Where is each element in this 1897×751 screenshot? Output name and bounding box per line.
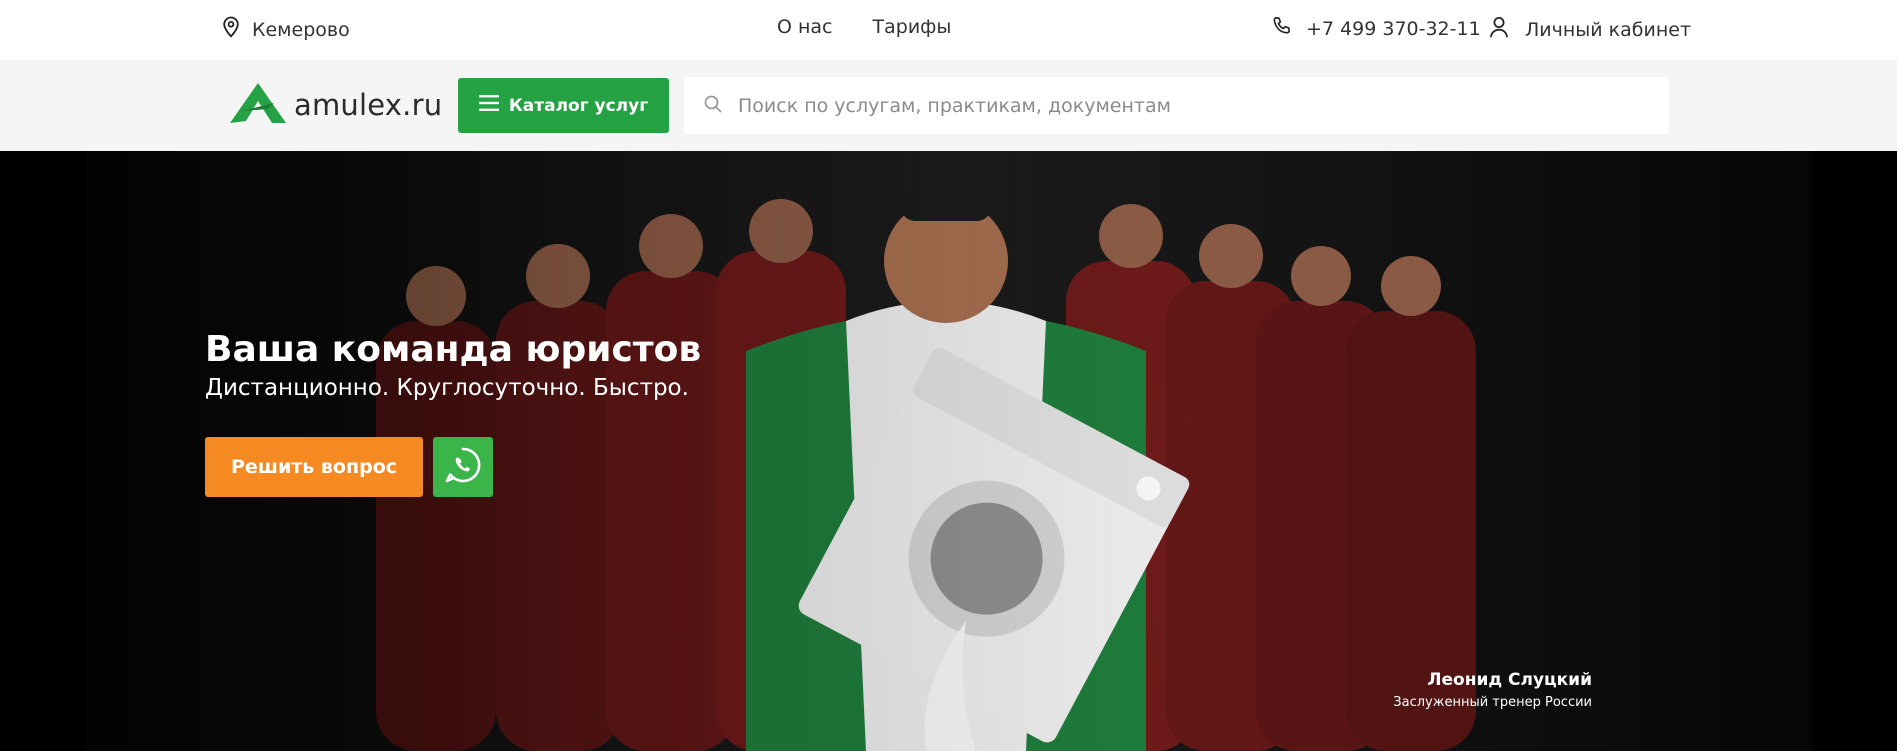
- catalog-button[interactable]: Каталог услуг: [458, 78, 669, 133]
- top-nav: О нас Тарифы: [777, 16, 951, 38]
- search-box: [684, 77, 1669, 134]
- catalog-button-label: Каталог услуг: [508, 95, 649, 116]
- header-bar: amulex.ru Каталог услуг: [0, 60, 1897, 151]
- phone-icon: [1272, 16, 1292, 41]
- phone-link[interactable]: +7 499 370-32-11: [1272, 16, 1481, 41]
- nav-about-link[interactable]: О нас: [777, 16, 833, 38]
- solve-issue-button[interactable]: Решить вопрос: [205, 437, 423, 497]
- top-strip: Кемерово О нас Тарифы +7 499 370-32-11 Л…: [0, 0, 1897, 60]
- hero-title: Ваша команда юристов: [205, 329, 702, 370]
- city-label: Кемерово: [252, 18, 350, 41]
- logo-wordmark: amulex.ru: [294, 88, 443, 122]
- user-icon: [1489, 16, 1509, 43]
- city-selector[interactable]: Кемерово: [222, 16, 350, 43]
- hero-subtitle: Дистанционно. Круглосуточно. Быстро.: [205, 375, 689, 401]
- whatsapp-button[interactable]: [433, 437, 493, 497]
- caption-name: Леонид Слуцкий: [1427, 670, 1592, 690]
- menu-icon: [478, 95, 499, 116]
- logo[interactable]: amulex.ru: [228, 81, 442, 129]
- account-link[interactable]: Личный кабинет: [1489, 16, 1691, 43]
- search-icon: [704, 95, 722, 117]
- nav-tariffs-link[interactable]: Тарифы: [873, 16, 952, 38]
- hero-banner: Ваша команда юристов Дистанционно. Кругл…: [0, 151, 1897, 751]
- location-pin-icon: [222, 16, 240, 43]
- phone-number: +7 499 370-32-11: [1306, 17, 1481, 40]
- whatsapp-icon: [443, 445, 483, 489]
- account-label: Личный кабинет: [1525, 18, 1692, 41]
- search-input[interactable]: [738, 94, 1638, 117]
- logo-mark-icon: [228, 81, 288, 129]
- caption-role: Заслуженный тренер России: [1393, 695, 1592, 710]
